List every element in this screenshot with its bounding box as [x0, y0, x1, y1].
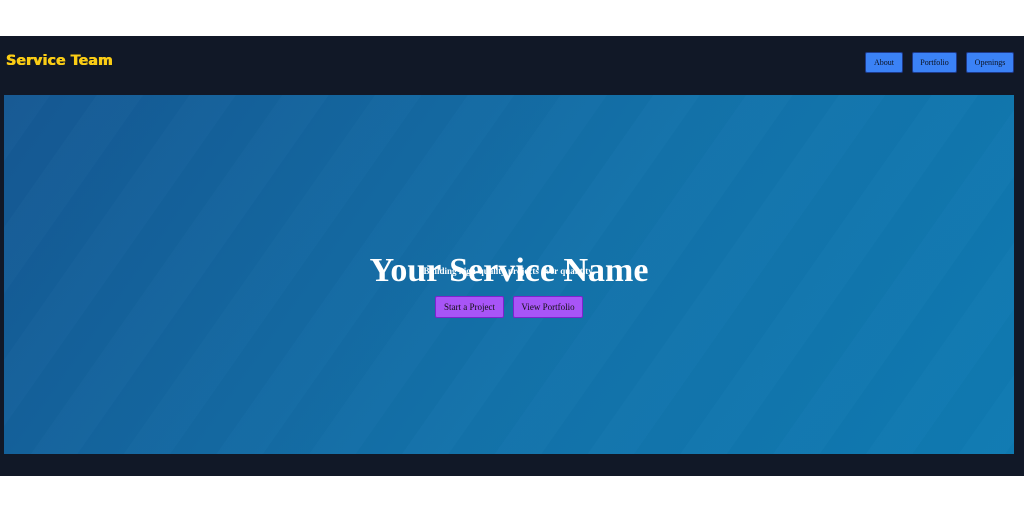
site-logo[interactable]: Service Team	[6, 53, 113, 69]
nav-openings-button[interactable]: Openings	[966, 52, 1014, 73]
start-project-button[interactable]: Start a Project	[435, 296, 504, 318]
navbar: Service Team About Portfolio Openings	[0, 36, 1024, 90]
hero-section: Your Service Name Building high-quality …	[4, 95, 1014, 454]
nav-portfolio-button[interactable]: Portfolio	[912, 52, 957, 73]
hero-subtitle: Building high-quality projects over quan…	[423, 266, 595, 276]
hero-actions: Start a Project View Portfolio	[4, 296, 1014, 318]
nav-links: About Portfolio Openings	[865, 52, 1014, 73]
page: Service Team About Portfolio Openings Yo…	[0, 36, 1024, 476]
view-portfolio-button[interactable]: View Portfolio	[513, 296, 583, 318]
nav-about-button[interactable]: About	[865, 52, 903, 73]
